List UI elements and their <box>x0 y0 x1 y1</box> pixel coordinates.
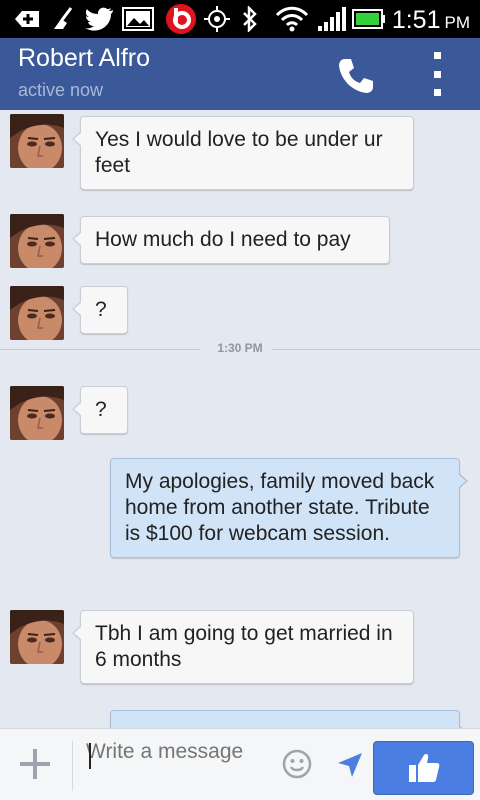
add-notification-icon <box>12 7 42 31</box>
incoming-message-bubble[interactable]: ? <box>72 286 128 334</box>
presence-status: active now <box>18 80 104 100</box>
conversation-header: Robert Alfro active now <box>0 38 480 110</box>
contact-name[interactable]: Robert Alfro <box>18 44 150 73</box>
status-bar: 1:51 PM <box>0 0 480 38</box>
add-attachment-icon[interactable] <box>20 749 50 779</box>
outgoing-message-bubble-partial[interactable] <box>110 710 468 728</box>
incoming-message-bubble[interactable]: How much do I need to pay <box>72 216 390 264</box>
gps-icon <box>202 6 232 32</box>
gallery-icon <box>122 7 154 31</box>
time-divider: 1:30 PM <box>0 339 480 359</box>
thumbs-up-icon <box>408 754 439 782</box>
message-input[interactable] <box>86 739 266 793</box>
incoming-message-bubble[interactable]: ? <box>72 386 128 434</box>
outgoing-message-bubble[interactable]: My apologies, family moved back home fro… <box>110 458 468 558</box>
phone-call-icon[interactable] <box>336 56 376 96</box>
incoming-message-bubble[interactable]: Yes I would love to be under ur feet <box>72 116 414 190</box>
location-arrow-icon[interactable] <box>336 751 364 779</box>
wifi-icon <box>274 6 310 32</box>
emoji-icon[interactable] <box>282 749 312 779</box>
avatar[interactable] <box>10 114 64 168</box>
avatar[interactable] <box>10 286 64 340</box>
signal-strength-icon <box>316 7 348 31</box>
broom-icon <box>50 7 78 31</box>
clock-ampm: PM <box>444 13 471 32</box>
compose-separator <box>72 741 73 791</box>
overflow-menu-icon[interactable] <box>425 52 449 96</box>
divider-timestamp: 1:30 PM <box>217 341 263 355</box>
avatar[interactable] <box>10 386 64 440</box>
avatar[interactable] <box>10 610 64 664</box>
battery-icon <box>352 7 386 31</box>
message-thread[interactable]: Yes I would love to be under ur feet How… <box>0 110 480 728</box>
bluetooth-icon <box>238 6 262 32</box>
twitter-icon <box>84 7 116 31</box>
compose-bar <box>0 728 480 800</box>
like-button[interactable] <box>373 741 474 795</box>
incoming-message-bubble[interactable]: Tbh I am going to get married in 6 month… <box>72 610 414 684</box>
avatar[interactable] <box>10 214 64 268</box>
text-cursor <box>89 743 91 769</box>
divider-line-right <box>272 349 480 350</box>
beats-audio-icon <box>164 3 198 35</box>
clock: 1:51 PM <box>392 6 470 35</box>
clock-time: 1:51 <box>391 6 441 34</box>
